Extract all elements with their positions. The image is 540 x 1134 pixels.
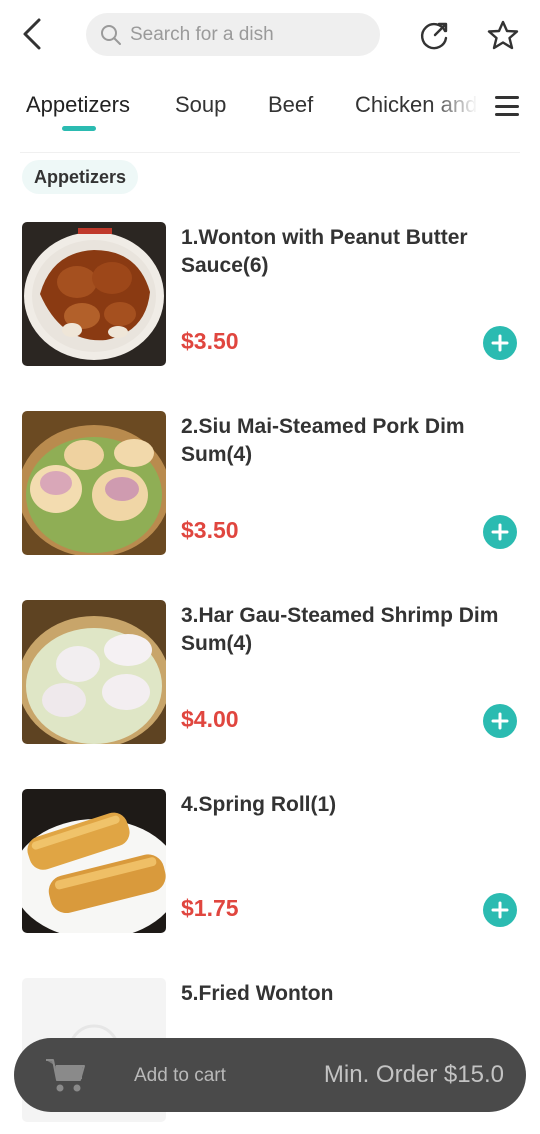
dish-price: $1.75	[181, 895, 239, 921]
add-item-button[interactable]	[483, 893, 517, 927]
tab-soup[interactable]: Soup	[175, 92, 226, 118]
section-title: Appetizers	[22, 160, 139, 194]
add-item-button[interactable]	[483, 704, 517, 738]
dish-price: $4.00	[181, 706, 239, 732]
share-button[interactable]	[416, 16, 454, 54]
tab-appetizers[interactable]: Appetizers	[26, 92, 130, 118]
active-tab-indicator	[62, 126, 96, 131]
menu-item[interactable]: 4.Spring Roll(1) $1.75	[0, 789, 540, 939]
plus-icon	[491, 712, 509, 730]
cart-bar[interactable]: Add to cart Min. Order $15.0	[14, 1038, 526, 1112]
tab-beef[interactable]: Beef	[268, 92, 313, 118]
menu-item[interactable]: 2.Siu Mai-Steamed Pork Dim Sum(4) $3.50	[0, 411, 540, 561]
dish-name: 3.Har Gau-Steamed Shrimp Dim Sum(4)	[181, 604, 499, 655]
dish-photo	[22, 222, 166, 366]
menu-icon-line	[495, 104, 519, 108]
search-icon	[101, 24, 121, 45]
menu-icon-line	[495, 113, 519, 116]
tabs-divider	[20, 152, 520, 153]
dish-photo	[22, 789, 166, 933]
dish-price: $3.50	[181, 517, 239, 543]
share-icon	[421, 22, 448, 50]
dish-photo	[22, 600, 166, 744]
back-button[interactable]	[14, 14, 50, 54]
dish-name: 2.Siu Mai-Steamed Pork Dim Sum(4)	[181, 415, 465, 466]
dish-photo	[22, 411, 166, 555]
back-arrow-icon	[23, 18, 41, 50]
add-item-button[interactable]	[483, 326, 517, 360]
dish-price: $3.50	[181, 328, 239, 354]
menu-item[interactable]: 3.Har Gau-Steamed Shrimp Dim Sum(4) $4.0…	[0, 600, 540, 750]
category-menu-button[interactable]	[492, 92, 522, 120]
menu-item[interactable]: 1.Wonton with Peanut Butter Sauce(6) $3.…	[0, 222, 540, 372]
star-icon	[487, 20, 519, 50]
dish-name: 4.Spring Roll(1)	[181, 793, 337, 816]
dish-name: 1.Wonton with Peanut Butter Sauce(6)	[181, 226, 468, 277]
plus-icon	[491, 334, 509, 352]
plus-icon	[491, 523, 509, 541]
favorite-button[interactable]	[484, 16, 522, 54]
search-placeholder: Search for a dish	[130, 23, 274, 45]
dish-name: 5.Fried Wonton	[181, 982, 334, 1005]
add-item-button[interactable]	[483, 515, 517, 549]
tabs-fade	[430, 88, 486, 124]
plus-icon	[491, 901, 509, 919]
search-input[interactable]: Search for a dish	[86, 13, 380, 56]
menu-icon-line	[495, 96, 519, 99]
cart-icon	[46, 1059, 85, 1092]
add-to-cart-label: Add to cart	[134, 1065, 226, 1086]
min-order-label: Min. Order $15.0	[323, 1061, 504, 1088]
top-bar: Search for a dish	[0, 0, 540, 70]
